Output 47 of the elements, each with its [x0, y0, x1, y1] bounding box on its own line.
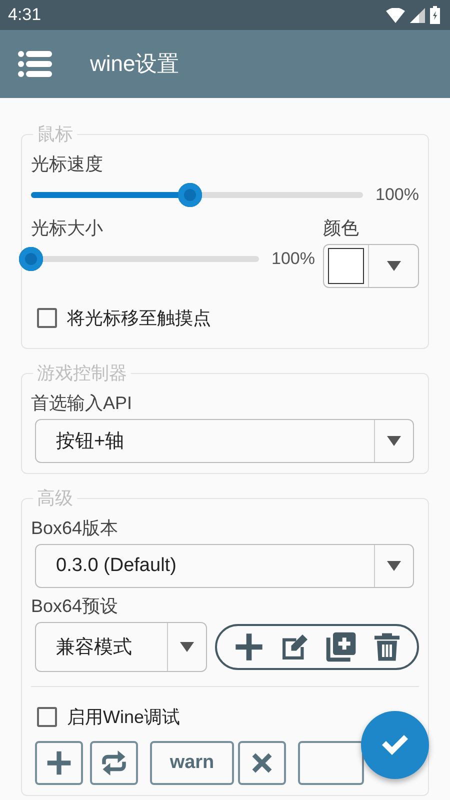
- edit-icon: [280, 632, 310, 662]
- dropdown[interactable]: 0.3.0 (Default): [35, 544, 414, 588]
- slider-value: 100%: [374, 185, 419, 205]
- section-legend: 鼠标: [33, 122, 77, 146]
- repeat-icon: [99, 748, 129, 778]
- channel-button[interactable]: warn: [150, 741, 234, 785]
- caret-icon: [387, 436, 401, 446]
- dropdown[interactable]: 按钮+轴: [35, 419, 414, 463]
- slider-value: 100%: [270, 249, 315, 269]
- slider-thumb[interactable]: [178, 183, 202, 207]
- checkbox-label: 将光标移至触摸点: [67, 307, 211, 330]
- repeat-button[interactable]: [90, 741, 138, 785]
- duplicate-button[interactable]: [324, 631, 356, 663]
- plus-icon: [232, 631, 264, 663]
- setting-label: 光标速度: [31, 153, 104, 176]
- slider-thumb[interactable]: [19, 247, 43, 271]
- checkbox[interactable]: [37, 308, 57, 328]
- dropdown[interactable]: 兼容模式: [35, 622, 207, 672]
- confirm-button[interactable]: [361, 711, 429, 779]
- checkbox-label: 启用Wine调试: [67, 706, 180, 729]
- color-picker[interactable]: [323, 244, 419, 288]
- caret-icon: [386, 261, 400, 271]
- setting-label: Box64预设: [31, 595, 120, 618]
- caret-icon: [180, 642, 194, 652]
- setting-label: 颜色: [323, 217, 360, 240]
- wifi-icon: [386, 8, 405, 22]
- screen-title: wine设置: [90, 50, 180, 78]
- trash-icon: [372, 632, 402, 662]
- check-icon: [380, 733, 410, 757]
- checkbox[interactable]: [37, 707, 57, 727]
- battery-icon: [430, 6, 440, 24]
- setting-label: 光标大小: [31, 217, 104, 240]
- add-button[interactable]: [232, 631, 264, 663]
- add-button[interactable]: [35, 741, 83, 785]
- setting-label: Box64版本: [31, 517, 120, 540]
- section-legend: 高级: [33, 486, 77, 510]
- status-time: 4:31: [8, 5, 42, 25]
- copy-add-icon: [324, 631, 356, 663]
- delete-button[interactable]: [372, 632, 402, 662]
- section-legend: 游戏控制器: [33, 361, 131, 385]
- setting-label: 首选输入API: [31, 392, 134, 415]
- edit-button[interactable]: [280, 632, 310, 662]
- caret-icon: [387, 561, 401, 571]
- menu-icon[interactable]: [18, 51, 52, 77]
- signal-icon: [410, 8, 425, 22]
- plus-icon: [45, 749, 73, 777]
- remove-button[interactable]: [238, 741, 286, 785]
